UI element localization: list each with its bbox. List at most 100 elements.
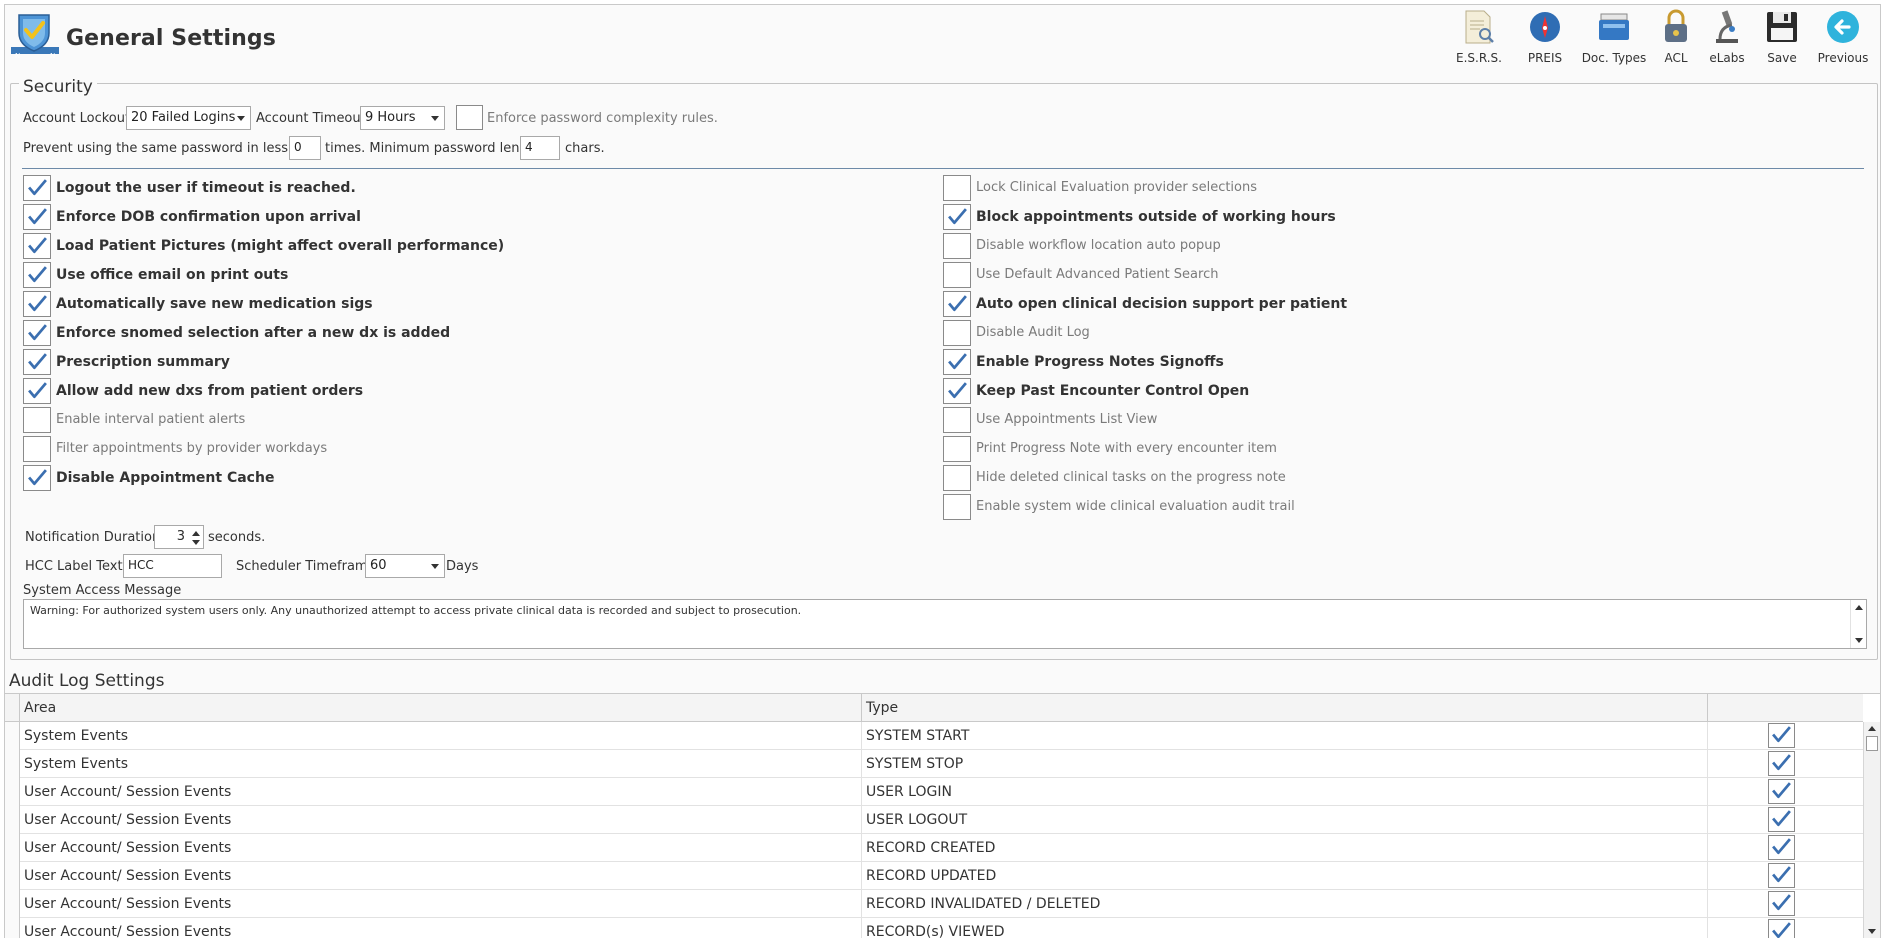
table-row[interactable]: User Account/ Session Events USER LOGIN: [5, 778, 1863, 806]
left-option-checkbox-10[interactable]: [23, 465, 51, 491]
row-header[interactable]: [5, 778, 20, 806]
right-option-label-6: Enable Progress Notes Signoffs: [976, 354, 1224, 370]
right-option-checkbox-8[interactable]: [943, 407, 971, 433]
right-option-checkbox-3[interactable]: [943, 262, 971, 288]
cell-area: System Events: [20, 722, 862, 750]
notification-suffix: seconds.: [208, 530, 266, 545]
toolbar: E.S.R.S. PREIS Doc. Types ACL eLabs Save…: [1446, 9, 1874, 69]
audit-enabled-checkbox[interactable]: [1768, 919, 1795, 938]
notification-duration-spinner[interactable]: 3: [154, 525, 204, 549]
left-option-checkbox-7[interactable]: [23, 378, 51, 404]
left-option-checkbox-6[interactable]: [23, 349, 51, 375]
cell-type: SYSTEM STOP: [862, 750, 1708, 778]
min-length-input[interactable]: 4: [520, 136, 560, 160]
left-option-checkbox-2[interactable]: [23, 233, 51, 259]
save-button[interactable]: Save: [1752, 9, 1812, 69]
right-option-checkbox-10[interactable]: [943, 465, 971, 491]
security-legend: Security: [19, 77, 97, 97]
left-option-checkbox-4[interactable]: [23, 291, 51, 317]
audit-log-grid: Area Type System Events SYSTEM START Syste…: [5, 693, 1880, 938]
right-option-checkbox-6[interactable]: [943, 349, 971, 375]
acl-button[interactable]: ACL: [1650, 9, 1702, 69]
left-option-checkbox-8[interactable]: [23, 407, 51, 433]
table-row[interactable]: User Account/ Session Events RECORD CREAT…: [5, 834, 1863, 862]
right-option-checkbox-2[interactable]: [943, 233, 971, 259]
grid-scrollbar[interactable]: [1863, 722, 1880, 938]
left-option-label-10: Disable Appointment Cache: [56, 470, 275, 486]
page-title: General Settings: [66, 26, 276, 51]
scroll-thumb[interactable]: [1866, 736, 1878, 751]
complexity-checkbox[interactable]: [456, 105, 483, 130]
left-option-checkbox-5[interactable]: [23, 320, 51, 346]
table-row[interactable]: System Events SYSTEM STOP: [5, 750, 1863, 778]
table-row[interactable]: User Account/ Session Events RECORD(s) VI…: [5, 918, 1863, 938]
hcc-label-input[interactable]: HCC: [123, 554, 222, 578]
row-header[interactable]: [5, 750, 20, 778]
preis-button[interactable]: PREIS: [1512, 9, 1578, 69]
spin-up-icon[interactable]: [192, 531, 200, 536]
left-option-label-4: Automatically save new medication sigs: [56, 296, 373, 312]
right-option-checkbox-0[interactable]: [943, 175, 971, 201]
microscope-icon: [1712, 9, 1742, 49]
audit-enabled-checkbox[interactable]: [1768, 835, 1795, 860]
column-header-area[interactable]: Area: [20, 694, 862, 722]
right-option-label-0: Lock Clinical Evaluation provider select…: [976, 180, 1258, 195]
audit-enabled-checkbox[interactable]: [1768, 807, 1795, 832]
scroll-up-icon[interactable]: [1868, 726, 1876, 731]
right-option-checkbox-4[interactable]: [943, 291, 971, 317]
checkmark-icon: [28, 208, 47, 225]
audit-enabled-checkbox[interactable]: [1768, 779, 1795, 804]
row-header[interactable]: [5, 862, 20, 890]
row-header[interactable]: [5, 918, 20, 938]
right-option-checkbox-7[interactable]: [943, 378, 971, 404]
scroll-down-icon[interactable]: [1868, 929, 1876, 934]
notification-value: 3: [176, 529, 185, 544]
row-header[interactable]: [5, 722, 20, 750]
spin-down-icon[interactable]: [192, 540, 200, 545]
left-option-checkbox-9[interactable]: [23, 436, 51, 462]
elabs-button[interactable]: eLabs: [1702, 9, 1752, 69]
access-message-textarea[interactable]: Warning: For authorized system users onl…: [23, 599, 1867, 649]
table-row[interactable]: User Account/ Session Events USER LOGOUT: [5, 806, 1863, 834]
chevron-down-icon: [237, 116, 245, 121]
right-option-checkbox-1[interactable]: [943, 204, 971, 230]
checkmark-icon: [28, 237, 47, 254]
scroll-up-icon[interactable]: [1855, 605, 1863, 610]
right-option-checkbox-11[interactable]: [943, 494, 971, 520]
textarea-scrollbar[interactable]: [1850, 600, 1866, 648]
cell-area: User Account/ Session Events: [20, 918, 862, 938]
audit-enabled-checkbox[interactable]: [1768, 863, 1795, 888]
scheduler-timeframe-select[interactable]: 60: [365, 554, 445, 578]
cell-type: RECORD INVALIDATED / DELETED: [862, 890, 1708, 918]
account-lockout-select[interactable]: 20 Failed Logins: [126, 106, 251, 130]
audit-log-title: Audit Log Settings: [9, 671, 165, 691]
table-row[interactable]: User Account/ Session Events RECORD INVAL…: [5, 890, 1863, 918]
right-option-checkbox-5[interactable]: [943, 320, 971, 346]
audit-enabled-checkbox[interactable]: [1768, 891, 1795, 916]
audit-enabled-checkbox[interactable]: [1768, 723, 1795, 748]
row-header[interactable]: [5, 890, 20, 918]
checkmark-icon: [28, 179, 47, 196]
previous-button[interactable]: Previous: [1812, 9, 1874, 69]
checkmark-icon: [28, 266, 47, 283]
left-option-checkbox-1[interactable]: [23, 204, 51, 230]
table-row[interactable]: System Events SYSTEM START: [5, 722, 1863, 750]
right-option-label-11: Enable system wide clinical evaluation a…: [976, 499, 1295, 514]
password-reuse-input[interactable]: 0: [289, 136, 321, 160]
right-option-checkbox-9[interactable]: [943, 436, 971, 462]
left-option-checkbox-3[interactable]: [23, 262, 51, 288]
left-option-checkbox-0[interactable]: [23, 175, 51, 201]
doc-types-button[interactable]: Doc. Types: [1578, 9, 1650, 69]
column-header-enabled[interactable]: [1708, 694, 1863, 722]
table-row[interactable]: User Account/ Session Events RECORD UPDAT…: [5, 862, 1863, 890]
account-timeout-select[interactable]: 9 Hours: [360, 106, 445, 130]
row-header[interactable]: [5, 806, 20, 834]
esrs-button[interactable]: E.S.R.S.: [1446, 9, 1512, 69]
column-header-type[interactable]: Type: [862, 694, 1708, 722]
right-option-label-7: Keep Past Encounter Control Open: [976, 383, 1250, 399]
row-header[interactable]: [5, 834, 20, 862]
checkmark-icon: [948, 353, 967, 370]
scroll-down-icon[interactable]: [1855, 638, 1863, 643]
audit-enabled-checkbox[interactable]: [1768, 751, 1795, 776]
checkmark-icon: [1772, 754, 1791, 771]
